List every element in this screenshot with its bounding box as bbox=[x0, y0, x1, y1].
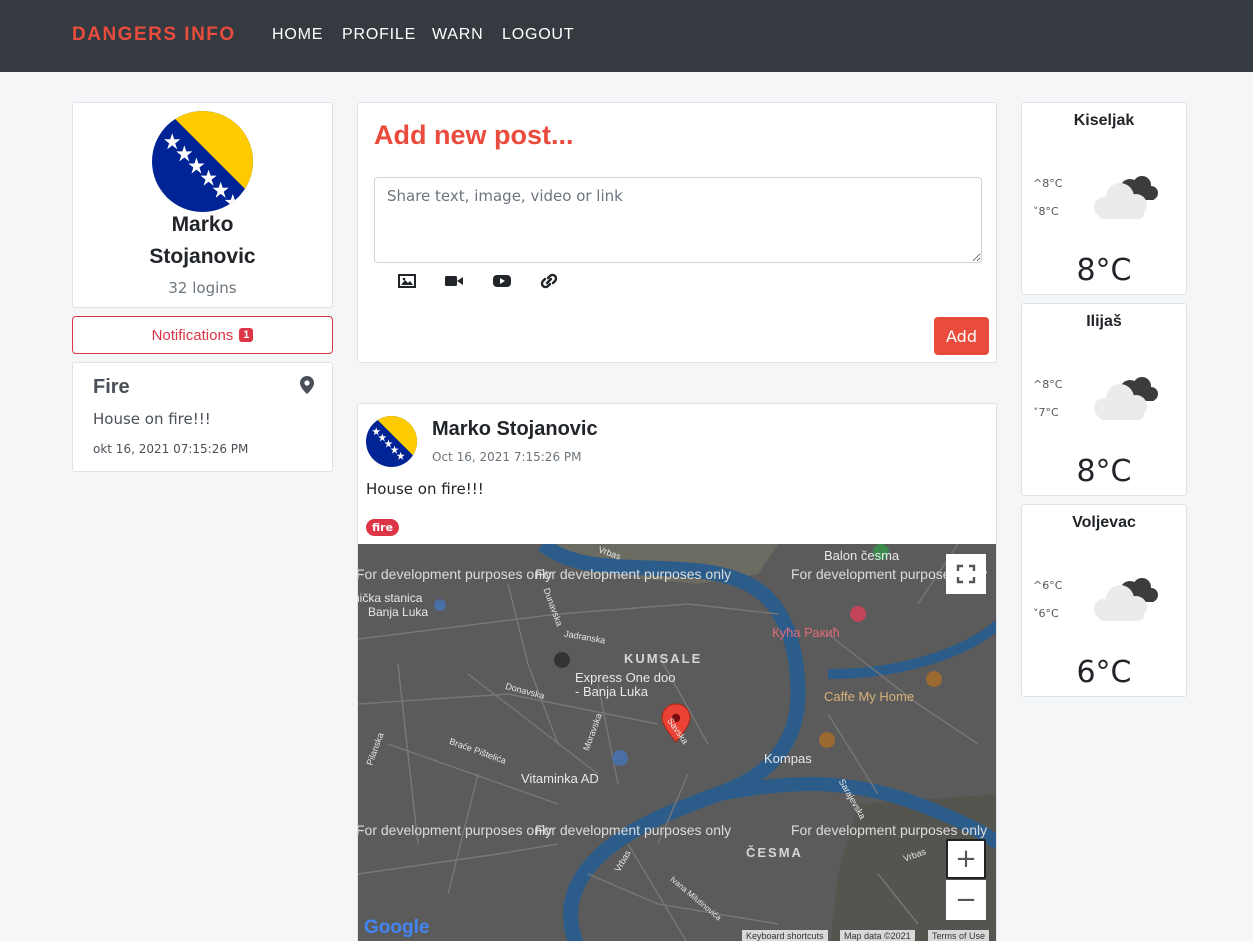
place-label: Express One doo bbox=[575, 670, 676, 685]
place-label: Balon česma bbox=[824, 548, 900, 563]
dev-watermark: For development purposes only bbox=[358, 822, 553, 838]
post-card: Marko Stojanovic Oct 16, 2021 7:15:26 PM… bbox=[357, 403, 997, 941]
notifications-label: Notifications bbox=[151, 326, 234, 344]
cloudy-icon bbox=[1094, 578, 1158, 621]
weather-city: Voljevac bbox=[1072, 514, 1136, 531]
weather-low: ˅6°C bbox=[1033, 607, 1059, 620]
add-post-button[interactable]: Add bbox=[934, 317, 989, 355]
post-input[interactable] bbox=[374, 177, 982, 263]
profile-logins: 32 logins bbox=[168, 279, 237, 297]
zoom-out-button[interactable]: − bbox=[946, 880, 986, 920]
cloudy-icon bbox=[1094, 377, 1158, 420]
navbar: DANGERS INFO HOME PROFILE WARN LOGOUT bbox=[0, 0, 1253, 72]
link-icon[interactable] bbox=[540, 273, 558, 289]
dev-watermark: For development purposes only bbox=[535, 822, 732, 838]
post-author[interactable]: Marko Stojanovic bbox=[432, 418, 598, 441]
place-label: Кућа Ракић bbox=[772, 625, 840, 640]
weather-city: Kiseljak bbox=[1073, 112, 1135, 129]
map-marker-icon[interactable] bbox=[300, 376, 314, 394]
keyboard-shortcuts-link[interactable]: Keyboard shortcuts bbox=[742, 930, 828, 941]
avatar bbox=[152, 111, 253, 212]
bosnia-flag-icon bbox=[152, 111, 253, 212]
notifications-button[interactable]: Notifications 1 bbox=[72, 316, 333, 354]
nav-warn[interactable]: WARN bbox=[432, 26, 484, 44]
place-label: - Banja Luka bbox=[575, 684, 648, 699]
nav-logout[interactable]: LOGOUT bbox=[502, 26, 574, 44]
alert-card[interactable]: Fire House on fire!!! okt 16, 2021 07:15… bbox=[72, 362, 333, 472]
profile-card: Marko Stojanovic 32 logins bbox=[72, 102, 333, 308]
weather-city: Ilijaš bbox=[1086, 313, 1122, 330]
weather-card: Ilijaš ^8°C ˅7°C 8°C bbox=[1021, 303, 1187, 496]
weather-high: ^6°C bbox=[1033, 579, 1063, 592]
google-logo[interactable]: Google bbox=[364, 917, 429, 939]
cloudy-icon bbox=[1094, 176, 1158, 219]
youtube-icon[interactable] bbox=[493, 273, 511, 289]
place-label: nička stanica bbox=[358, 591, 423, 605]
notifications-count-badge: 1 bbox=[239, 328, 254, 342]
post-text: House on fire!!! bbox=[366, 480, 484, 498]
video-icon[interactable] bbox=[445, 273, 463, 289]
nav-profile[interactable]: PROFILE bbox=[342, 26, 416, 44]
image-icon[interactable] bbox=[398, 273, 416, 289]
weather-card: Kiseljak ^8°C ˅8°C 8°C bbox=[1021, 102, 1187, 295]
fullscreen-button[interactable] bbox=[946, 554, 986, 594]
terms-link[interactable]: Terms of Use bbox=[928, 930, 990, 941]
post-author-avatar[interactable] bbox=[366, 416, 417, 467]
place-label: Vitaminka AD bbox=[521, 771, 599, 786]
alert-title: Fire bbox=[93, 376, 130, 398]
dev-watermark: For development purposes only bbox=[358, 566, 553, 582]
weather-card: Voljevac ^6°C ˅6°C 6°C bbox=[1021, 504, 1187, 697]
weather-high: ^8°C bbox=[1033, 378, 1063, 391]
new-post-title: Add new post... bbox=[374, 120, 574, 150]
weather-temp: 8°C bbox=[1076, 454, 1132, 489]
alert-date: okt 16, 2021 07:15:26 PM bbox=[93, 442, 249, 456]
post-date: Oct 16, 2021 7:15:26 PM bbox=[432, 450, 582, 464]
dev-watermark: For development purposes only bbox=[535, 566, 732, 582]
map-data-label: Map data ©2021 bbox=[840, 930, 915, 941]
weather-temp: 8°C bbox=[1076, 253, 1132, 288]
zoom-in-button[interactable]: + bbox=[946, 839, 986, 879]
area-label: ČESMA bbox=[746, 845, 803, 860]
alert-text: House on fire!!! bbox=[93, 410, 211, 428]
weather-low: ˅8°C bbox=[1033, 205, 1059, 218]
fullscreen-icon bbox=[956, 564, 976, 584]
place-label: Banja Luka bbox=[368, 605, 429, 619]
map[interactable]: For development purposes only For develo… bbox=[358, 544, 996, 941]
nav-home[interactable]: HOME bbox=[272, 26, 323, 44]
brand-logo[interactable]: DANGERS INFO bbox=[72, 24, 236, 46]
new-post-card: Add new post... Add bbox=[357, 102, 997, 363]
weather-high: ^8°C bbox=[1033, 177, 1063, 190]
bosnia-flag-icon bbox=[366, 416, 417, 467]
post-tag-badge[interactable]: fire bbox=[366, 519, 400, 536]
place-label: Kompas bbox=[764, 751, 812, 766]
weather-low: ˅7°C bbox=[1033, 406, 1059, 419]
place-label: Caffe My Home bbox=[824, 689, 915, 704]
area-label: KUMSALE bbox=[624, 651, 703, 666]
dev-watermark: For development purposes only bbox=[791, 822, 988, 838]
weather-temp: 6°C bbox=[1076, 655, 1132, 690]
profile-name: Marko Stojanovic bbox=[149, 213, 256, 268]
